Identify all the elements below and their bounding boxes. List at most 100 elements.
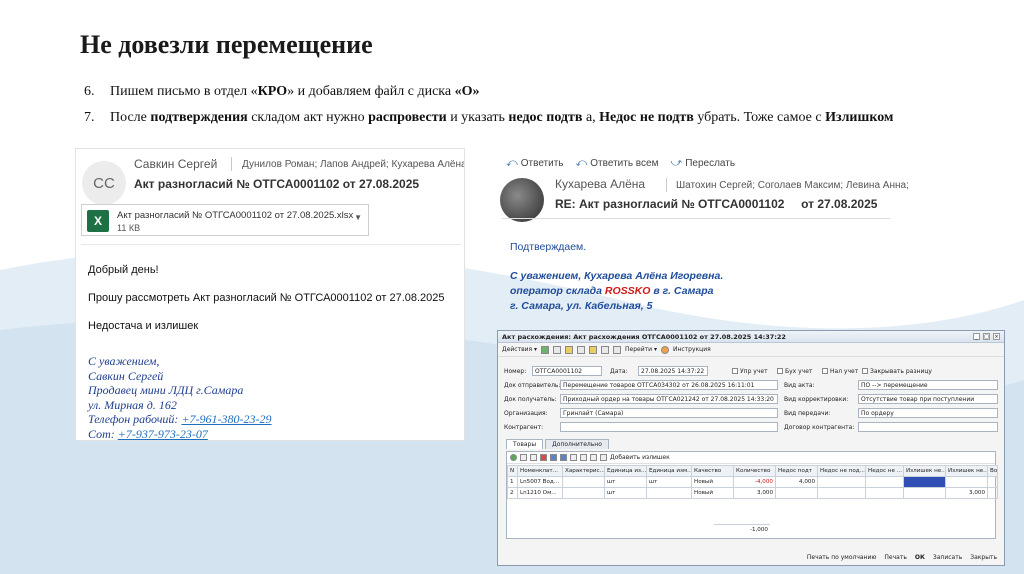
col-header[interactable]: Характерис... xyxy=(562,465,605,477)
cell-unit[interactable]: шт xyxy=(604,476,647,488)
help-icon[interactable] xyxy=(660,345,669,354)
recipients[interactable]: Шатохин Сергей; Соголаев Максим; Левина … xyxy=(676,180,909,191)
print-button[interactable]: Печать xyxy=(883,554,907,561)
cell-n[interactable]: 1 xyxy=(507,476,518,488)
org-field[interactable]: Гринлайт (Самара) xyxy=(560,408,778,418)
sender-name[interactable]: Савкин Сергей xyxy=(134,157,217,171)
cell-short-unconfirmed[interactable] xyxy=(817,487,866,499)
act-kind-field[interactable]: ПО --> перемещение xyxy=(858,380,998,390)
col-header[interactable]: Качество xyxy=(691,465,734,477)
col-header[interactable]: Во xyxy=(987,465,998,477)
minimize-button[interactable]: _ xyxy=(973,333,980,340)
col-header[interactable]: Недос подт xyxy=(775,465,818,477)
col-header[interactable]: Количество xyxy=(733,465,776,477)
tab-additional[interactable]: Дополнительно xyxy=(545,439,609,449)
refresh-icon[interactable] xyxy=(613,345,622,354)
recipients[interactable]: Дунилов Роман; Лапов Андрей; Кухарева Ал… xyxy=(242,159,464,170)
cell-quality[interactable]: Новый xyxy=(691,487,734,499)
reply-all-button[interactable]: ⤺ Ответить всем xyxy=(576,157,659,170)
quantity-total: -1,000 xyxy=(714,524,770,535)
date-field[interactable]: 27.08.2025 14:37:22 xyxy=(638,366,708,376)
corr-field[interactable]: Отсутствие товар при поступлении xyxy=(858,394,998,404)
col-header[interactable]: Излишек не... xyxy=(945,465,988,477)
number-field[interactable]: ОТГСА0001102 xyxy=(532,366,602,376)
tab-goods[interactable]: Товары xyxy=(506,439,544,449)
cell-vo[interactable] xyxy=(987,487,998,499)
col-header[interactable]: Недос не ... xyxy=(865,465,904,477)
cell-item[interactable]: Ln1210 Ом... xyxy=(517,487,563,499)
contract-field[interactable] xyxy=(858,422,998,432)
attachment-card[interactable]: X Акт разногласий № ОТГСА0001102 от 27.0… xyxy=(81,204,369,236)
actions-menu[interactable]: Действия ▾ xyxy=(502,346,537,353)
save-icon[interactable] xyxy=(541,345,550,354)
cell-surplus-un2[interactable] xyxy=(945,476,988,488)
reply-button[interactable]: ⤺ Ответить xyxy=(506,157,564,170)
cell-short-unconfirmed[interactable] xyxy=(817,476,866,488)
structure-icon[interactable] xyxy=(589,345,598,354)
cell-short-confirmed[interactable] xyxy=(775,487,818,499)
cell-short-un2[interactable] xyxy=(865,476,904,488)
cell-short-confirmed[interactable]: 4,000 xyxy=(775,476,818,488)
delete-row-icon[interactable] xyxy=(540,454,547,461)
cell-qty[interactable]: 3,000 xyxy=(733,487,776,499)
col-header[interactable]: Излишек не... xyxy=(903,465,946,477)
cell-qty[interactable]: -4,000 xyxy=(733,476,776,488)
copy-icon[interactable] xyxy=(553,345,562,354)
sender-name[interactable]: Кухарева Алёна xyxy=(555,177,645,191)
write-button[interactable]: Записать xyxy=(932,554,963,561)
attachment-size: 11 КВ xyxy=(117,223,141,233)
cell-short-un2[interactable] xyxy=(865,487,904,499)
cell-unit2[interactable]: шт xyxy=(646,476,692,488)
nal-checkbox[interactable]: Нал учет xyxy=(822,366,858,376)
forward-button[interactable]: ⤻ Переслать xyxy=(670,157,735,170)
cell-unit2[interactable] xyxy=(646,487,692,499)
table-row[interactable]: 1 Ln5007 Вод... шт шт Новый -4,000 4,000 xyxy=(507,476,998,488)
copy-row-icon[interactable] xyxy=(520,454,527,461)
maximize-button[interactable]: □ xyxy=(983,333,990,340)
col-header[interactable]: Номенклат... xyxy=(517,465,563,477)
print-default-button[interactable]: Печать по умолчанию xyxy=(806,554,878,561)
col-header[interactable]: Единица из... xyxy=(604,465,647,477)
select-icon[interactable] xyxy=(600,454,607,461)
move-down-icon[interactable] xyxy=(560,454,567,461)
close-window-button[interactable]: Закрыть xyxy=(969,554,998,561)
move-up-icon[interactable] xyxy=(550,454,557,461)
ok-button[interactable]: ОК xyxy=(914,554,926,561)
cell-quality[interactable]: Новый xyxy=(691,476,734,488)
cell-surplus-un[interactable] xyxy=(903,487,946,499)
sort-desc-icon[interactable] xyxy=(580,454,587,461)
goto-menu[interactable]: Перейти ▾ xyxy=(625,346,657,353)
fill-icon[interactable] xyxy=(590,454,597,461)
cell-char[interactable] xyxy=(562,487,605,499)
col-header[interactable]: Единица изм... xyxy=(646,465,692,477)
contractor-field[interactable] xyxy=(560,422,778,432)
cell-n[interactable]: 2 xyxy=(507,487,518,499)
col-header[interactable]: Недос не под... xyxy=(817,465,866,477)
close-diff-checkbox[interactable]: Закрывать разницу xyxy=(862,366,932,376)
chevron-down-icon[interactable]: ▼ xyxy=(354,213,362,222)
receiver-doc-field[interactable]: Приходный ордер на товары ОТГСА021242 от… xyxy=(560,394,778,404)
post-icon[interactable] xyxy=(565,345,574,354)
cell-surplus-un2[interactable]: 3,000 xyxy=(945,487,988,499)
close-button[interactable]: × xyxy=(993,333,1000,340)
cell-item[interactable]: Ln5007 Вод... xyxy=(517,476,563,488)
sort-asc-icon[interactable] xyxy=(570,454,577,461)
cell-vo[interactable] xyxy=(987,476,998,488)
add-row-icon[interactable] xyxy=(510,454,517,461)
phone-link[interactable]: +7-961-380-23-29 xyxy=(181,412,271,426)
sender-doc-field[interactable]: Перемещение товаров ОТГСА034302 от 26.08… xyxy=(560,380,778,390)
upr-checkbox[interactable]: Упр учет xyxy=(732,366,768,376)
transfer-field[interactable]: По ордеру xyxy=(858,408,998,418)
mobile-link[interactable]: +7-937-973-23-07 xyxy=(118,427,208,441)
table-row[interactable]: 2 Ln1210 Ом... шт Новый 3,000 3,000 xyxy=(507,487,998,499)
cell-surplus-un[interactable] xyxy=(903,476,946,488)
unpost-icon[interactable] xyxy=(577,345,586,354)
add-surplus-button[interactable]: Добавить излишек xyxy=(610,454,670,461)
instruction-button[interactable]: Инструкция xyxy=(673,346,711,353)
cell-unit[interactable]: шт xyxy=(604,487,647,499)
cell-char[interactable] xyxy=(562,476,605,488)
buh-checkbox[interactable]: Бух учет xyxy=(777,366,812,376)
col-header[interactable]: N xyxy=(507,465,518,477)
journal-icon[interactable] xyxy=(601,345,610,354)
edit-row-icon[interactable] xyxy=(530,454,537,461)
